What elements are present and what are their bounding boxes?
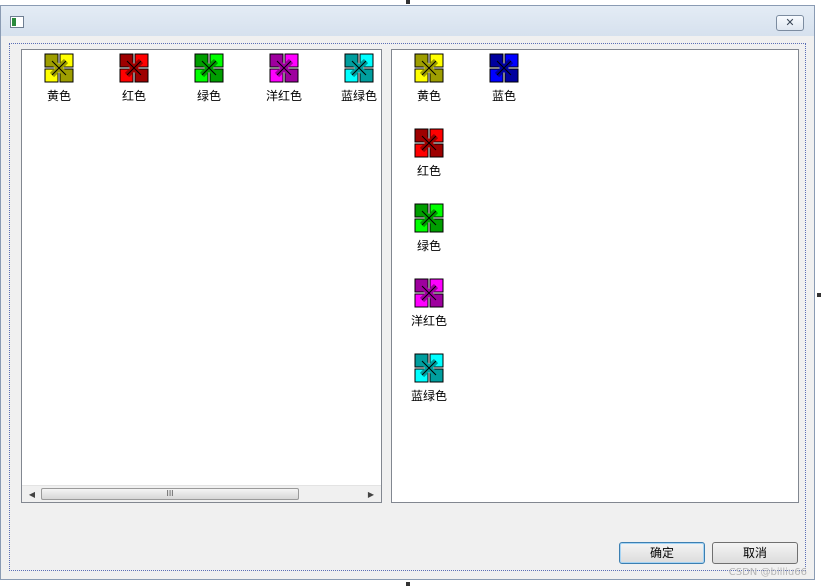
color-flower-icon — [394, 52, 464, 84]
list-item[interactable]: 蓝色 — [469, 52, 539, 103]
list-item[interactable]: 洋红色 — [394, 277, 464, 328]
list-item-label: 蓝绿色 — [340, 89, 377, 103]
list-item-label: 洋红色 — [410, 314, 447, 328]
list-item[interactable]: 红色 — [394, 127, 464, 178]
scroll-left-arrow-icon[interactable]: ◀ — [24, 488, 40, 501]
left-icon-list[interactable]: 黄色 红色 绿色 洋红色 蓝绿色 ◀ III ▶ — [21, 49, 382, 503]
list-item-label: 蓝色 — [491, 89, 516, 103]
title-bar[interactable]: ✕ — [1, 6, 814, 36]
list-item[interactable]: 红色 — [99, 52, 169, 103]
app-icon — [10, 16, 24, 28]
color-flower-icon — [394, 277, 464, 309]
list-item-label: 蓝绿色 — [410, 389, 447, 403]
cancel-button[interactable]: 取消 — [712, 542, 798, 564]
close-x-icon: ✕ — [785, 16, 795, 29]
dialog-client-area: 黄色 红色 绿色 洋红色 蓝绿色 ◀ III ▶ 黄色 蓝色 红色 绿色 洋红色 蓝绿色 确定 取… — [9, 43, 806, 571]
list-item[interactable]: 黄色 — [24, 52, 94, 103]
scrollbar-thumb[interactable]: III — [41, 488, 299, 500]
list-item[interactable]: 洋红色 — [249, 52, 319, 103]
color-flower-icon — [324, 52, 381, 84]
close-button[interactable]: ✕ — [776, 15, 804, 31]
list-item-label: 黄色 — [416, 89, 441, 103]
list-item-label: 红色 — [121, 89, 146, 103]
color-flower-icon — [99, 52, 169, 84]
color-flower-icon — [249, 52, 319, 84]
resize-grip-bottom[interactable] — [406, 582, 410, 586]
resize-grip-top[interactable] — [406, 0, 410, 4]
color-flower-icon — [394, 127, 464, 159]
dialog-window: ✕ 黄色 红色 绿色 洋红色 蓝绿色 ◀ III ▶ 黄色 蓝色 红色 绿色 洋红色 蓝绿色 确定… — [0, 5, 815, 580]
color-flower-icon — [469, 52, 539, 84]
list-item[interactable]: 黄色 — [394, 52, 464, 103]
list-item[interactable]: 蓝绿色 — [394, 352, 464, 403]
list-item[interactable]: 蓝绿色 — [324, 52, 381, 103]
color-flower-icon — [24, 52, 94, 84]
watermark: CSDN @billiu66 — [728, 567, 807, 578]
list-item-label: 洋红色 — [265, 89, 302, 103]
color-flower-icon — [394, 352, 464, 384]
scroll-right-arrow-icon[interactable]: ▶ — [363, 488, 379, 501]
list-item[interactable]: 绿色 — [174, 52, 244, 103]
list-item-label: 红色 — [416, 164, 441, 178]
right-icon-list[interactable]: 黄色 蓝色红色绿色洋红色蓝绿色 — [391, 49, 799, 503]
color-flower-icon — [174, 52, 244, 84]
resize-grip-right[interactable] — [817, 293, 821, 297]
horizontal-scrollbar[interactable]: ◀ III ▶ — [22, 485, 381, 502]
ok-button[interactable]: 确定 — [619, 542, 705, 564]
list-item-label: 绿色 — [416, 239, 441, 253]
list-item-label: 绿色 — [196, 89, 221, 103]
color-flower-icon — [394, 202, 464, 234]
list-item[interactable]: 绿色 — [394, 202, 464, 253]
list-item-label: 黄色 — [46, 89, 71, 103]
